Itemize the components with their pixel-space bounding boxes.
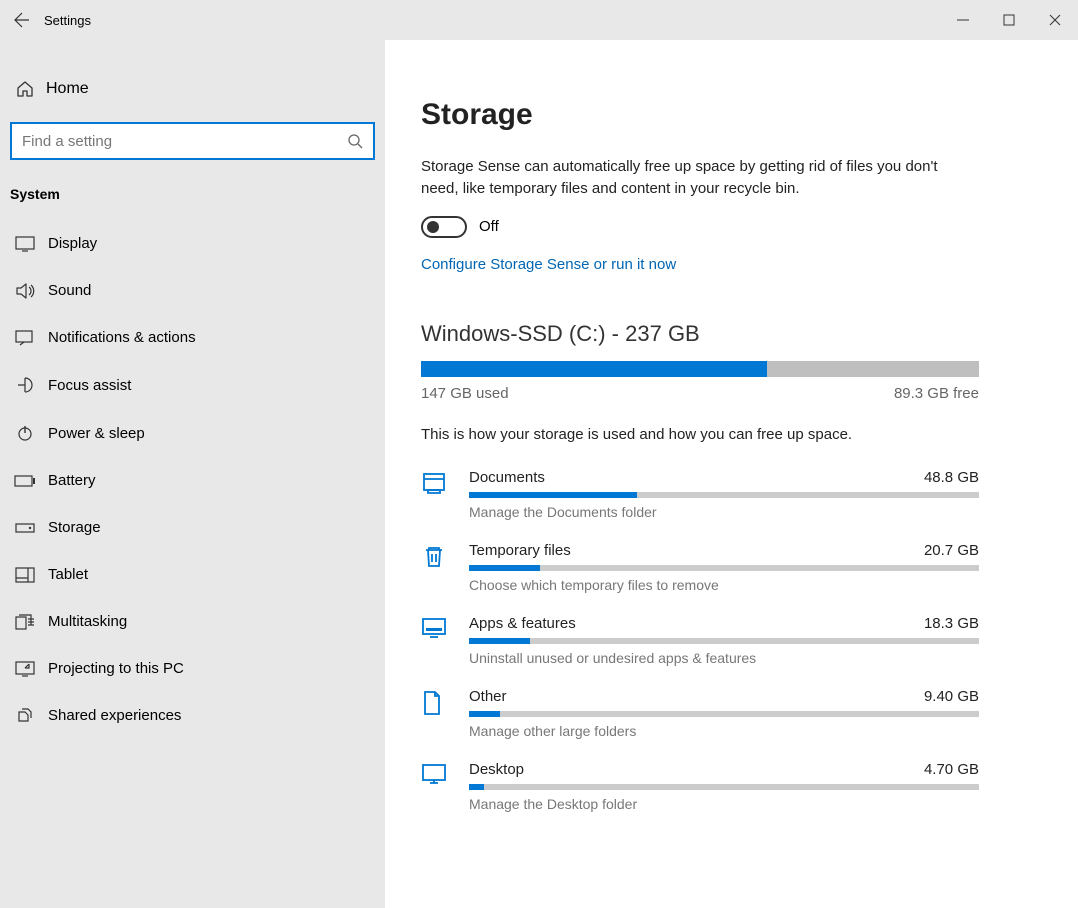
sidebar-item-sound[interactable]: Sound [0, 267, 385, 314]
drive-free-label: 89.3 GB free [894, 385, 979, 402]
sidebar-item-label: Display [48, 235, 97, 252]
sidebar-item-label: Storage [48, 519, 101, 536]
configure-storage-sense-link[interactable]: Configure Storage Sense or run it now [421, 256, 676, 273]
category-size: 48.8 GB [924, 469, 979, 486]
close-icon [1049, 14, 1061, 26]
category-icon [421, 761, 469, 812]
storage-sense-toggle[interactable] [421, 216, 467, 238]
storage-category-row[interactable]: Documents 48.8 GB Manage the Documents fol… [421, 469, 979, 520]
category-bar [469, 492, 979, 498]
search-input[interactable] [22, 133, 347, 150]
sidebar: Home System Display Sound Notifications … [0, 40, 385, 908]
category-hint: Manage the Documents folder [469, 504, 979, 520]
category-name: Other [469, 688, 507, 705]
category-size: 20.7 GB [924, 542, 979, 559]
arrow-left-icon [14, 12, 30, 28]
category-size: 9.40 GB [924, 688, 979, 705]
sidebar-item-label: Sound [48, 282, 91, 299]
category-name: Apps & features [469, 615, 576, 632]
minimize-icon [957, 14, 969, 26]
storage-category-row[interactable]: Apps & features 18.3 GB Uninstall unused o… [421, 615, 979, 666]
sidebar-item-projecting[interactable]: Projecting to this PC [0, 645, 385, 692]
window-title: Settings [44, 13, 91, 28]
category-size: 4.70 GB [924, 761, 979, 778]
sidebar-item-tablet[interactable]: Tablet [0, 551, 385, 598]
category-hint: Manage other large folders [469, 723, 979, 739]
projecting-icon [12, 661, 38, 677]
category-name: Temporary files [469, 542, 571, 559]
sidebar-home[interactable]: Home [0, 70, 385, 108]
sidebar-item-label: Multitasking [48, 613, 127, 630]
shared-experiences-icon [12, 708, 38, 724]
sidebar-item-storage[interactable]: Storage [0, 504, 385, 551]
back-button[interactable] [0, 0, 44, 40]
sidebar-item-notifications[interactable]: Notifications & actions [0, 314, 385, 361]
category-size: 18.3 GB [924, 615, 979, 632]
minimize-button[interactable] [940, 0, 986, 40]
maximize-icon [1003, 14, 1015, 26]
storage-category-row[interactable]: Desktop 4.70 GB Manage the Desktop folder [421, 761, 979, 812]
notifications-icon [12, 330, 38, 346]
sidebar-item-display[interactable]: Display [0, 220, 385, 267]
category-icon [421, 542, 469, 593]
close-button[interactable] [1032, 0, 1078, 40]
sidebar-home-label: Home [46, 80, 89, 98]
sidebar-item-battery[interactable]: Battery [0, 457, 385, 504]
sidebar-item-label: Focus assist [48, 377, 131, 394]
category-hint: Manage the Desktop folder [469, 796, 979, 812]
sidebar-item-label: Power & sleep [48, 425, 145, 442]
storage-sense-description: Storage Sense can automatically free up … [421, 156, 961, 200]
sidebar-section-label: System [0, 180, 385, 220]
storage-sense-toggle-label: Off [479, 218, 499, 235]
storage-icon [12, 523, 38, 533]
page-title: Storage [421, 98, 1042, 132]
storage-category-row[interactable]: Temporary files 20.7 GB Choose which tempo… [421, 542, 979, 593]
content-area: Storage Storage Sense can automatically … [385, 40, 1078, 908]
category-bar [469, 565, 979, 571]
category-icon [421, 688, 469, 739]
drive-title: Windows-SSD (C:) - 237 GB [421, 321, 1042, 347]
category-bar [469, 784, 979, 790]
titlebar: Settings [0, 0, 1078, 40]
drive-used-label: 147 GB used [421, 385, 509, 402]
focus-assist-icon [12, 376, 38, 394]
category-icon [421, 615, 469, 666]
sidebar-item-focus-assist[interactable]: Focus assist [0, 361, 385, 409]
multitasking-icon [12, 614, 38, 630]
sidebar-item-shared-experiences[interactable]: Shared experiences [0, 692, 385, 739]
category-bar [469, 711, 979, 717]
category-bar [469, 638, 979, 644]
category-name: Documents [469, 469, 545, 486]
sidebar-item-label: Notifications & actions [48, 329, 196, 346]
category-hint: Choose which temporary files to remove [469, 577, 979, 593]
display-icon [12, 236, 38, 252]
tablet-icon [12, 567, 38, 583]
power-icon [12, 424, 38, 442]
storage-category-row[interactable]: Other 9.40 GB Manage other large folders [421, 688, 979, 739]
battery-icon [12, 475, 38, 487]
category-hint: Uninstall unused or undesired apps & fea… [469, 650, 979, 666]
sidebar-item-power-sleep[interactable]: Power & sleep [0, 409, 385, 457]
sidebar-item-label: Tablet [48, 566, 88, 583]
sidebar-item-label: Battery [48, 472, 96, 489]
sidebar-item-label: Projecting to this PC [48, 660, 184, 677]
drive-usage-bar [421, 361, 979, 377]
sound-icon [12, 283, 38, 299]
search-icon [347, 133, 363, 149]
usage-description: This is how your storage is used and how… [421, 426, 1042, 443]
maximize-button[interactable] [986, 0, 1032, 40]
sidebar-item-label: Shared experiences [48, 707, 181, 724]
home-icon [12, 80, 38, 98]
search-box[interactable] [10, 122, 375, 160]
sidebar-item-multitasking[interactable]: Multitasking [0, 598, 385, 645]
category-icon [421, 469, 469, 520]
category-name: Desktop [469, 761, 524, 778]
